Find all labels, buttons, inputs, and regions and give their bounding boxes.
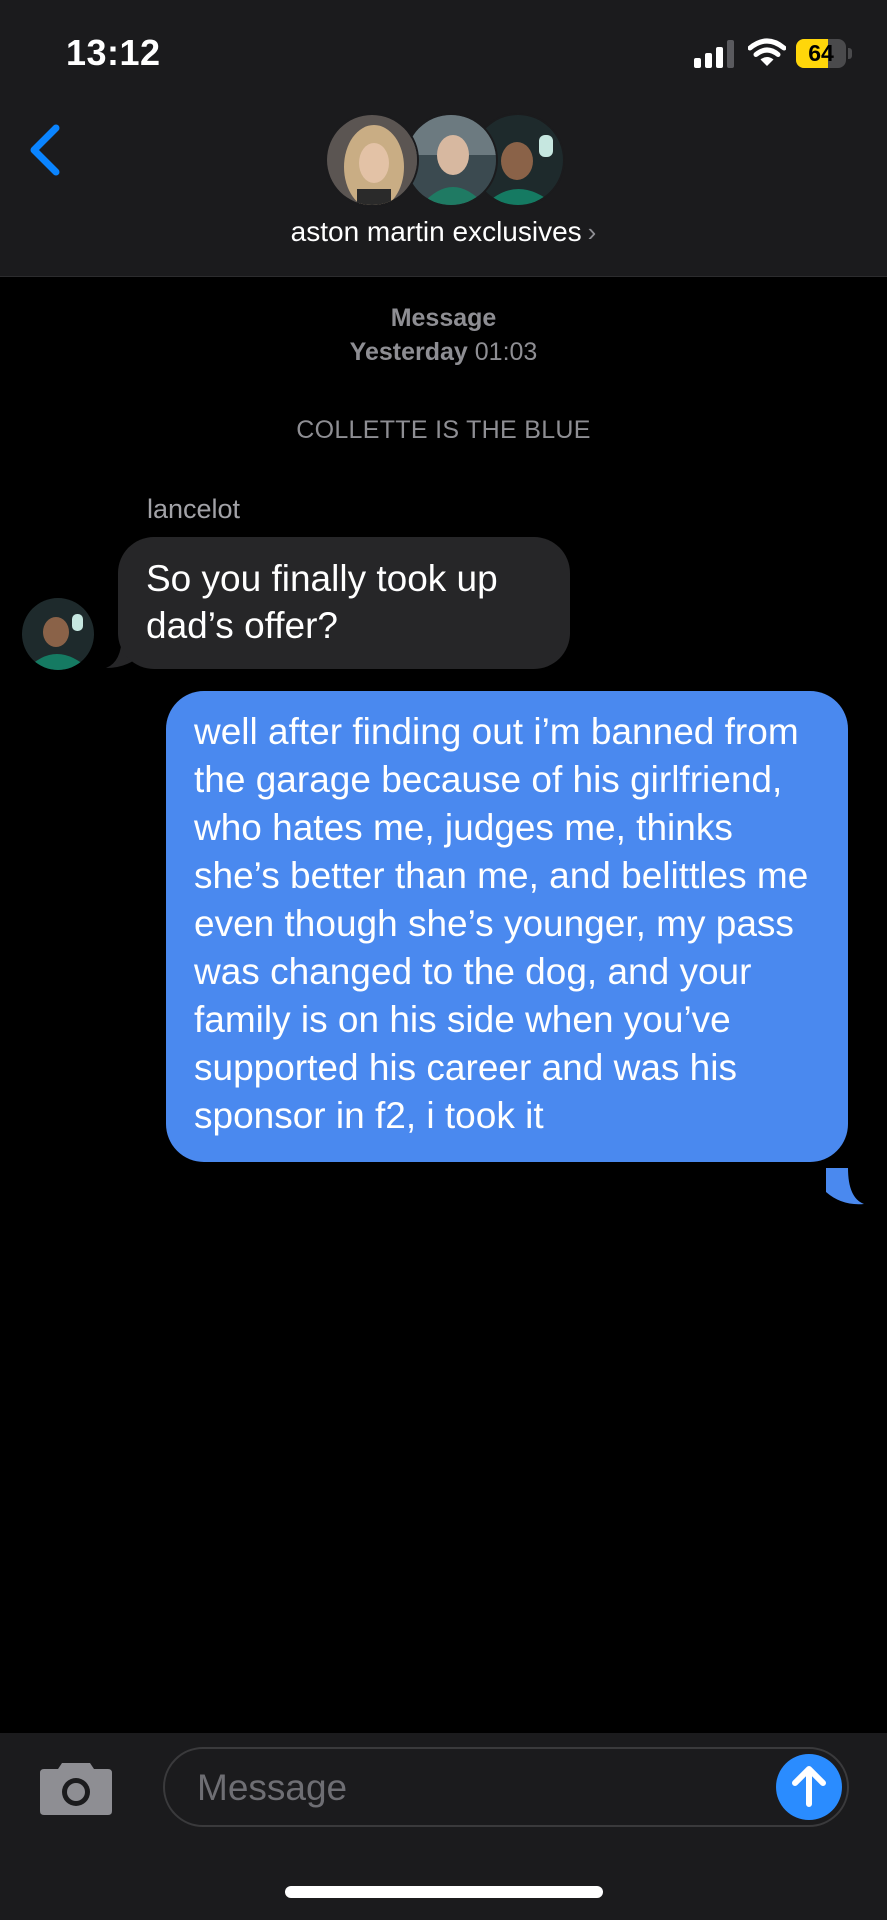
timestamp-time: 01:03: [474, 338, 538, 366]
battery-level-text: 64: [808, 40, 834, 66]
camera-icon: [40, 1763, 112, 1815]
message-timestamp: Yesterday 01:03: [0, 338, 887, 367]
message-placeholder: Message: [197, 1767, 348, 1808]
group-name: aston martin exclusives: [290, 216, 582, 247]
arrow-up-icon: [792, 1766, 826, 1807]
battery-tip: [848, 48, 852, 59]
send-button[interactable]: [776, 1754, 842, 1820]
timestamp-day: Yesterday: [349, 338, 468, 366]
incoming-message-bubble[interactable]: So you finally took up dad’s offer?: [118, 537, 570, 669]
wifi-icon: [748, 38, 786, 66]
status-time: 13:12: [66, 32, 161, 73]
member-avatar-1: [325, 113, 419, 207]
home-indicator: [285, 1886, 603, 1898]
system-note: COLLETTE IS THE BLUE: [296, 416, 591, 444]
camera-button[interactable]: [38, 1757, 114, 1817]
outgoing-message-bubble[interactable]: well after finding out i’m banned from t…: [166, 691, 848, 1162]
message-input[interactable]: Message: [163, 1747, 849, 1827]
sender-avatar[interactable]: [22, 598, 94, 670]
battery-icon: 64: [796, 39, 846, 68]
service-label: Message: [390, 304, 497, 332]
cellular-signal-icon: [694, 40, 736, 68]
group-avatars[interactable]: [325, 113, 565, 209]
outgoing-bubble-tail: [826, 1168, 864, 1205]
back-button[interactable]: [22, 120, 66, 180]
chevron-right-icon: ›: [587, 217, 597, 247]
chevron-left-icon: [30, 124, 60, 176]
sender-name: lancelot: [147, 494, 241, 524]
group-name-button[interactable]: aston martin exclusives ›: [0, 216, 887, 248]
